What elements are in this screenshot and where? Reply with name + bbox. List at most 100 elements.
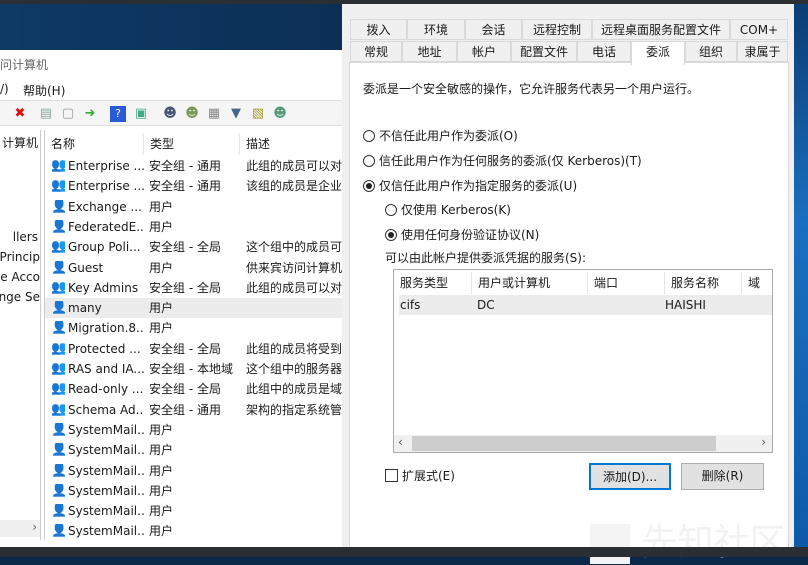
table-row[interactable]: 👥 Key Admins 安全组 - 全局 此组的成员可以对	[45, 278, 342, 298]
column-header-service-name[interactable]: 服务名称	[665, 272, 742, 294]
service-name: HAISHI	[665, 298, 706, 312]
table-row[interactable]: 👤 Guest 用户 供来宾访问计算机	[45, 258, 342, 278]
tab-地址[interactable]: 地址	[402, 41, 457, 62]
tree-root[interactable]: 计算机	[2, 134, 38, 151]
export-icon[interactable]: ➜	[82, 106, 98, 122]
remove-button[interactable]: 删除(R)	[681, 463, 764, 490]
radio-button[interactable]	[363, 154, 375, 167]
column-header-user-or-computer[interactable]: 用户或计算机	[472, 272, 588, 294]
tree-item[interactable]: Princip	[0, 250, 40, 264]
column-header-port[interactable]: 端口	[588, 272, 665, 294]
row-type: 安全组 - 全局	[149, 240, 221, 255]
table-row[interactable]: 👤 SystemMail... 用户	[45, 521, 342, 540]
table-row[interactable]: 👤 SystemMail... 用户	[45, 440, 342, 460]
row-description: 该组的成员是企业	[246, 179, 342, 194]
find-icon[interactable]: ▧	[250, 106, 266, 122]
tree-item[interactable]: ange Se	[0, 290, 40, 304]
row-name: SystemMail...	[68, 422, 144, 437]
refresh-icon[interactable]: ▢	[60, 106, 76, 122]
radio-option[interactable]: 使用任何身份验证协议(N)	[385, 226, 539, 243]
delete-icon[interactable]: ✖	[12, 106, 28, 122]
row-type: 用户	[149, 443, 174, 458]
tab-隶属于[interactable]: 隶属于	[737, 41, 788, 62]
tab-组织[interactable]: 组织	[685, 41, 737, 62]
row-type: 安全组 - 全局	[149, 341, 221, 356]
table-row[interactable]: 👥 Enterprise ... 安全组 - 通用 该组的成员是企业	[45, 176, 342, 196]
radio-button[interactable]	[385, 228, 397, 241]
table-row[interactable]: 👤 FederatedE... 用户	[45, 217, 342, 237]
radio-option[interactable]: 仅使用 Kerberos(K)	[385, 201, 511, 218]
menu-help[interactable]: 帮助(H)	[23, 82, 65, 99]
new-group-icon[interactable]: ☻	[184, 106, 200, 122]
tab-配置文件[interactable]: 配置文件	[511, 41, 577, 62]
filter-icon[interactable]: ▼	[228, 106, 244, 122]
table-row[interactable]: 👥 RAS and IA... 安全组 - 本地域 这个组中的服务器	[45, 359, 342, 379]
tab-委派[interactable]: 委派	[631, 41, 685, 65]
radio-option[interactable]: 不信任此用户作为委派(O)	[363, 127, 518, 144]
table-row[interactable]: 👥 Protected ... 安全组 - 全局 此组的成员将受到	[45, 339, 342, 359]
radio-button[interactable]	[363, 129, 375, 142]
radio-label: 仅使用 Kerberos(K)	[401, 203, 511, 217]
radio-option[interactable]: 信任此用户作为任何服务的委派(仅 Kerberos)(T)	[363, 152, 642, 169]
tab-远程控制[interactable]: 远程控制	[522, 19, 592, 40]
radio-button[interactable]	[363, 179, 375, 192]
column-header-description[interactable]: 描述	[240, 133, 342, 155]
tab-电话[interactable]: 电话	[577, 41, 631, 62]
scroll-left-icon[interactable]: ‹	[398, 435, 403, 449]
row-name: Group Poli...	[68, 240, 141, 255]
table-row[interactable]: 👥 Group Poli... 安全组 - 全局 这个组中的成员可	[45, 237, 342, 257]
tree-scroll-right[interactable]: ›	[0, 520, 40, 537]
delegation-tab-panel: 委派是一个安全敏感的操作，它允许服务代表另一个用户运行。 不信任此用户作为委派(…	[349, 62, 789, 564]
menu-view[interactable]: /)	[0, 82, 9, 96]
help-icon[interactable]: ?	[110, 106, 126, 122]
new-ou-icon[interactable]: ▦	[206, 106, 222, 122]
tab-帐户[interactable]: 帐户	[457, 41, 511, 62]
radio-button[interactable]	[385, 203, 397, 216]
row-type: 安全组 - 通用	[149, 159, 221, 173]
table-row[interactable]: 👥 Read-only ... 安全组 - 全局 此组中的成员是域	[45, 379, 342, 399]
tab-常规[interactable]: 常规	[350, 41, 402, 62]
tree-item[interactable]: ce Acco	[0, 270, 40, 284]
radio-option[interactable]: 仅信任此用户作为指定服务的委派(U)	[363, 177, 577, 194]
taskbar-edge	[0, 547, 808, 557]
console-icon[interactable]: ▣	[133, 106, 149, 122]
tab-拨入[interactable]: 拨入	[350, 19, 407, 40]
table-row[interactable]: 👤 Exchange ... 用户	[45, 197, 342, 217]
row-name: Enterprise ...	[68, 179, 144, 194]
row-type: 用户	[149, 483, 174, 498]
tab-环境[interactable]: 环境	[407, 19, 465, 40]
add-button[interactable]: 添加(D)...	[589, 463, 671, 490]
checkbox-box[interactable]	[385, 469, 398, 482]
scroll-right-icon[interactable]: ›	[761, 435, 766, 449]
new-user-icon[interactable]: ☻	[162, 106, 178, 122]
column-header-service-type[interactable]: 服务类型	[394, 272, 472, 294]
table-row[interactable]: 👤 SystemMail... 用户	[45, 420, 342, 440]
column-header-domain[interactable]: 域	[742, 272, 774, 294]
row-name: Migration.8...	[68, 321, 144, 336]
scroll-thumb[interactable]	[412, 436, 716, 451]
horizontal-scrollbar[interactable]: ‹ ›	[394, 435, 772, 452]
table-row[interactable]: 👤 many 用户	[45, 298, 342, 319]
table-row[interactable]: 👥 Schema Ad... 安全组 - 通用 架构的指定系统管	[45, 400, 342, 420]
tab-COM+[interactable]: COM+	[730, 19, 788, 40]
row-type: 用户	[149, 219, 174, 234]
properties-icon[interactable]: ▤	[38, 106, 54, 122]
add-to-group-icon[interactable]: ☻	[272, 106, 288, 122]
column-header-type[interactable]: 类型	[144, 133, 240, 155]
tab-远程桌面服务配置文件[interactable]: 远程桌面服务配置文件	[592, 19, 730, 40]
table-row[interactable]: 👤 SystemMail... 用户	[45, 461, 342, 481]
tree-pane: 计算机 llers Princip ce Acco ange Se ›	[0, 130, 41, 540]
expanded-checkbox[interactable]: 扩展式(E)	[385, 467, 455, 484]
tree-item[interactable]: llers	[13, 230, 38, 244]
column-header-name[interactable]: 名称	[45, 133, 144, 155]
table-row[interactable]: 👥 Enterprise ... 安全组 - 通用 此组的成员可以对	[45, 156, 342, 176]
disabled-user-icon: 👤	[51, 423, 65, 437]
service-row[interactable]: cifs DC HAISHI	[399, 295, 772, 315]
row-name: SystemMail...	[68, 504, 144, 519]
table-row[interactable]: 👤 Migration.8... 用户	[45, 318, 342, 338]
table-row[interactable]: 👤 SystemMail... 用户	[45, 501, 342, 521]
tab-会话[interactable]: 会话	[465, 19, 522, 40]
expanded-label: 扩展式(E)	[402, 469, 455, 483]
table-row[interactable]: 👤 SystemMail... 用户	[45, 481, 342, 501]
row-description: 此组的成员将受到	[246, 341, 342, 356]
